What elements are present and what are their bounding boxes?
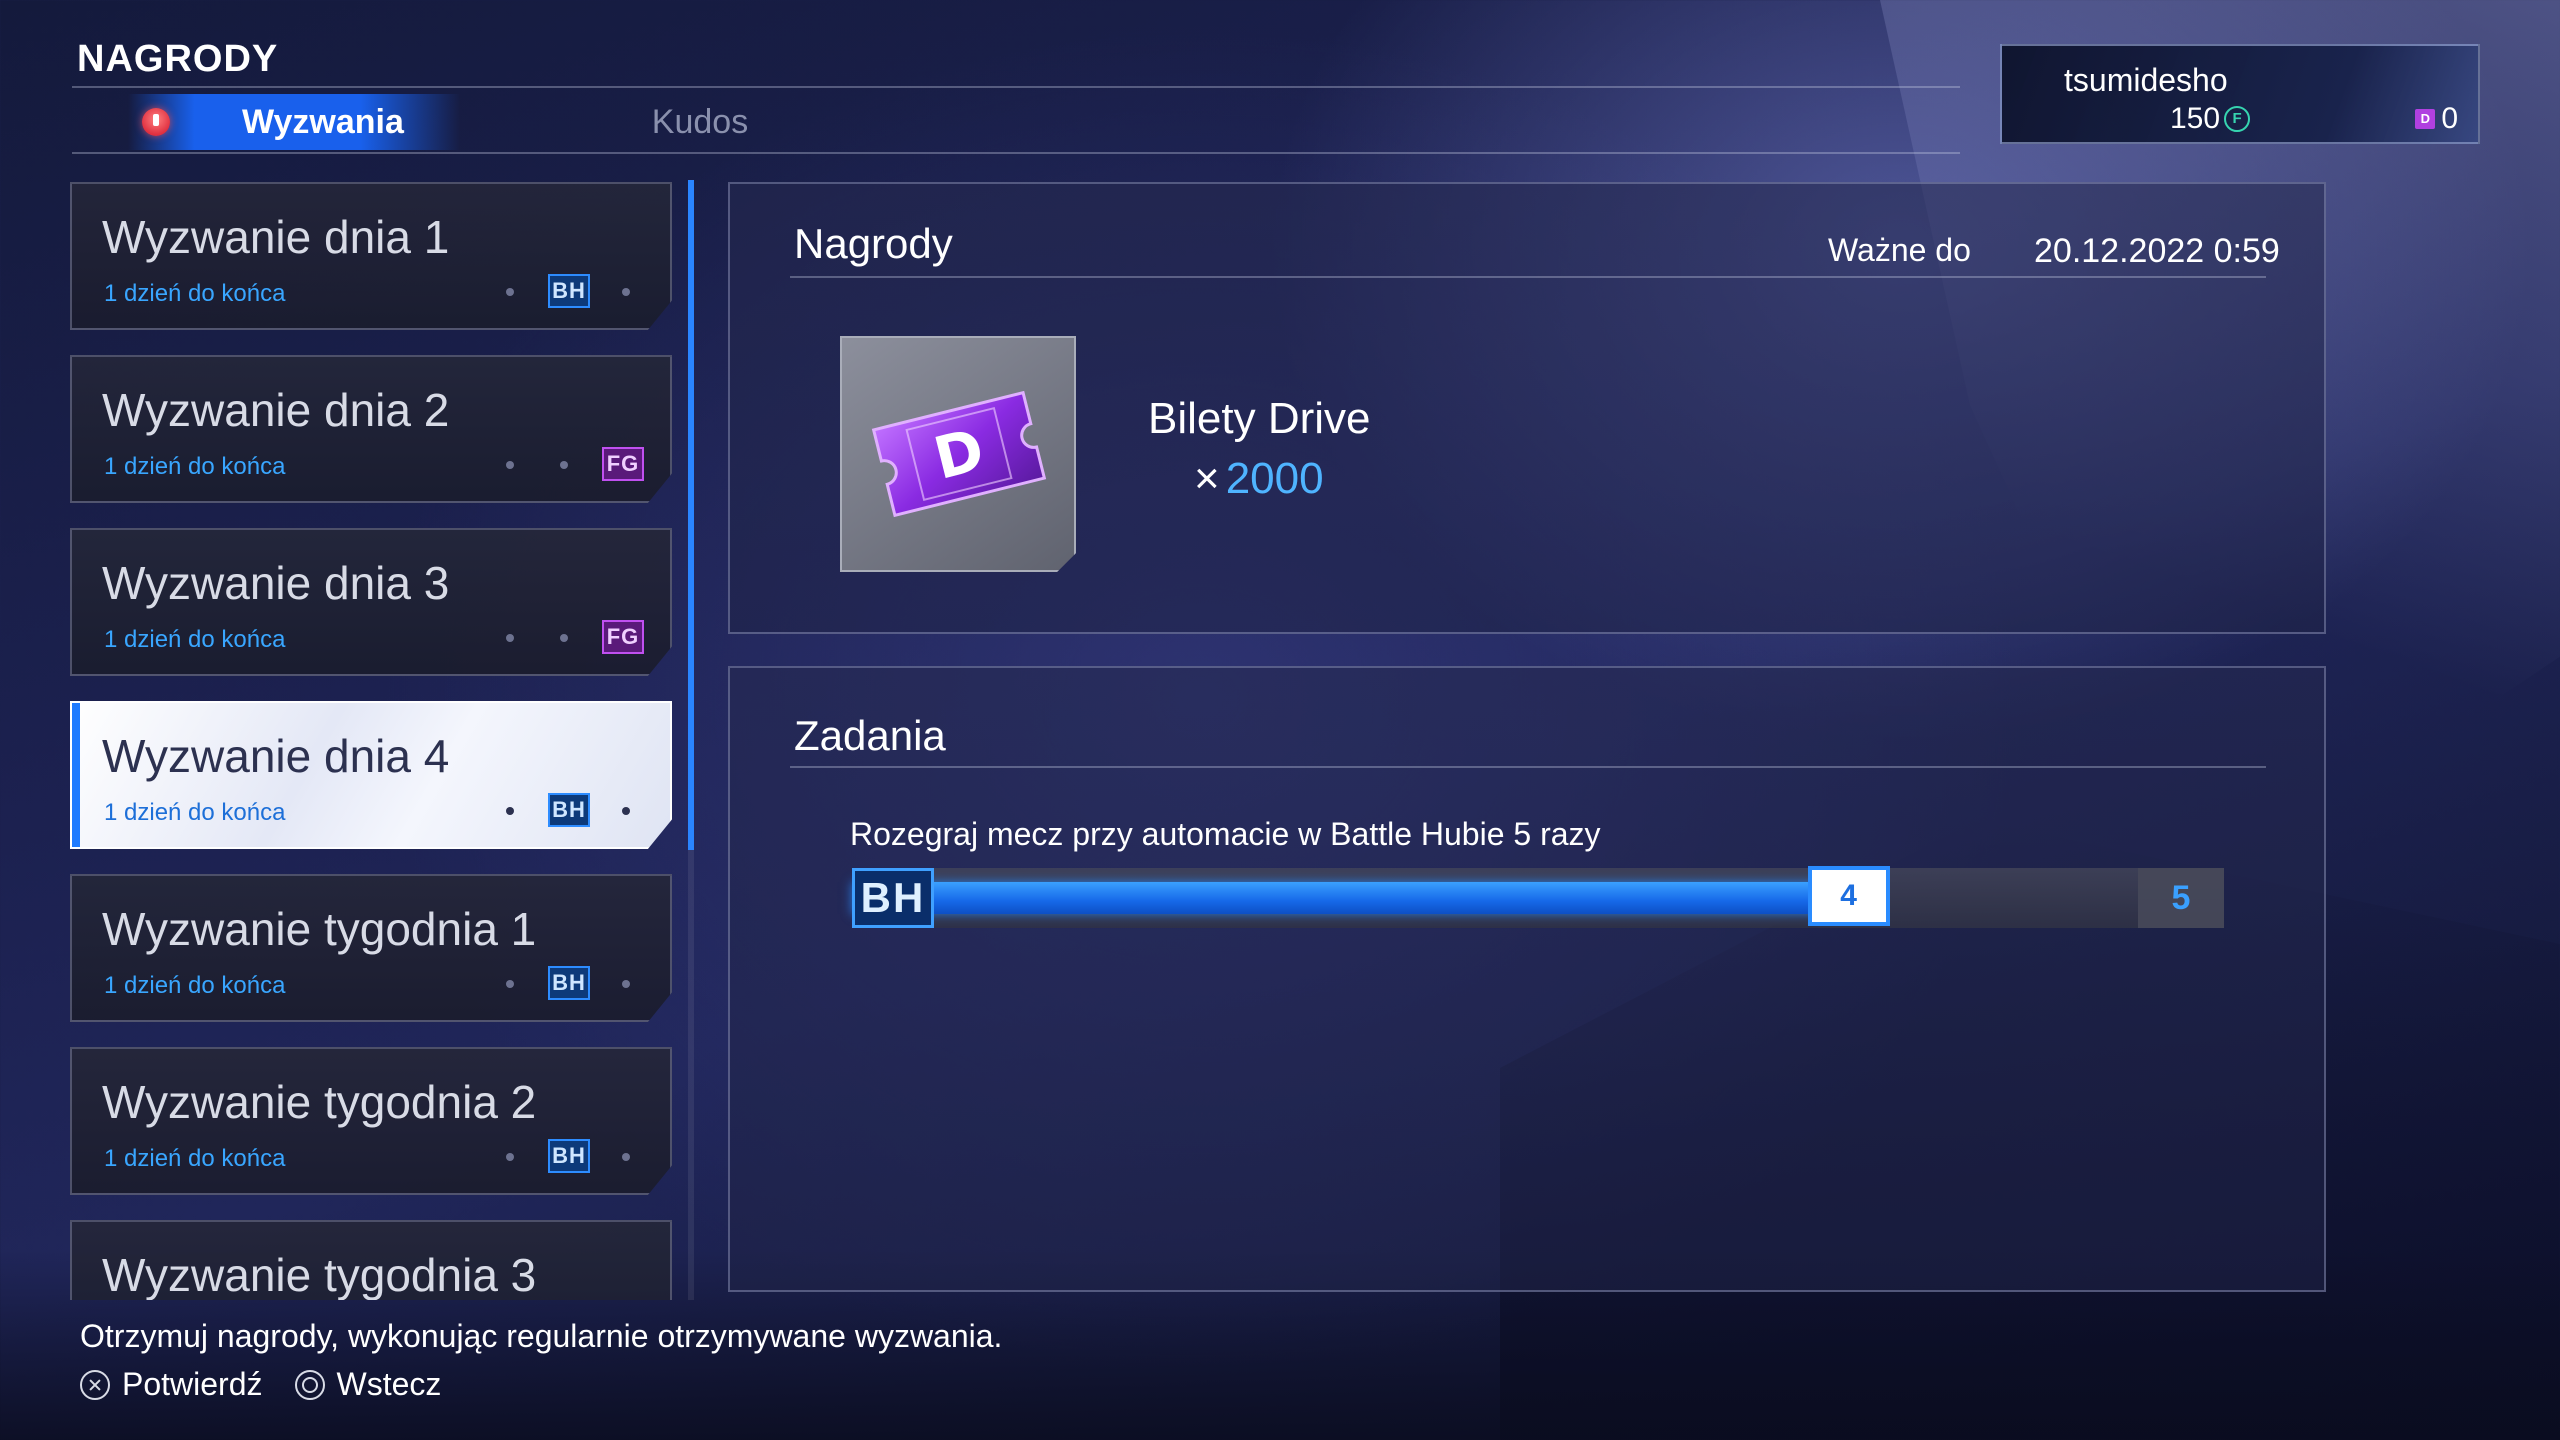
- challenge-title: Wyzwanie tygodnia 1: [102, 903, 537, 955]
- valid-until-value: 20.12.2022 0:59: [2034, 232, 2280, 270]
- challenge-title: Wyzwanie dnia 3: [102, 557, 450, 609]
- scrollbar-thumb[interactable]: [688, 180, 694, 850]
- page-dot: [560, 461, 568, 469]
- page-dot: [506, 461, 514, 469]
- account-panel: tsumidesho 150 F D 0: [2000, 44, 2480, 144]
- tasks-divider: [790, 766, 2266, 768]
- reward-name: Bilety Drive: [1148, 394, 1371, 443]
- challenge-time-left: 1 dzień do końca: [104, 453, 286, 480]
- rewards-title: Nagrody: [794, 220, 953, 267]
- back-prompt[interactable]: Wstecz: [294, 1366, 442, 1403]
- task-progress-bar: BH 4 5: [852, 866, 2224, 928]
- page-dot: [622, 980, 630, 988]
- notification-icon: [142, 108, 170, 136]
- progress-current: 4: [1807, 866, 1890, 926]
- progress-goal: 5: [2138, 868, 2224, 928]
- page-dot: [506, 1153, 514, 1161]
- page-dot: [622, 807, 630, 815]
- tasks-title: Zadania: [794, 712, 946, 759]
- confirm-prompt[interactable]: Potwierdź: [80, 1366, 263, 1403]
- confirm-label: Potwierdź: [122, 1366, 263, 1402]
- challenge-time-left: 1 dzień do końca: [104, 280, 286, 307]
- tickets-value: 0: [2441, 102, 2458, 135]
- ticket-icon: D: [871, 390, 1047, 518]
- challenge-card[interactable]: Wyzwanie tygodnia 1 1 dzień do końca BH: [70, 874, 672, 1022]
- challenge-title: Wyzwanie dnia 2: [102, 384, 450, 436]
- tab-label: Wyzwania: [242, 102, 404, 141]
- page-title: NAGRODY: [77, 38, 279, 80]
- drive-tickets: D 0: [2415, 102, 2458, 136]
- reward-quantity: × 2000: [1194, 454, 1324, 504]
- battle-hub-badge: BH: [548, 1139, 590, 1173]
- tasks-panel: Zadania Rozegraj mecz przy automacie w B…: [728, 666, 2326, 1292]
- fighter-coin-icon: F: [2224, 106, 2251, 132]
- page-dot: [506, 807, 514, 815]
- challenge-card[interactable]: Wyzwanie tygodnia 2 1 dzień do końca BH: [70, 1047, 672, 1195]
- battle-hub-badge: BH: [852, 868, 934, 928]
- cross-button-icon: [80, 1369, 110, 1400]
- battle-hub-badge: BH: [548, 966, 590, 1000]
- challenge-time-left: 1 dzień do końca: [104, 799, 286, 826]
- tab-label: Kudos: [651, 102, 749, 141]
- challenge-time-left: 1 dzień do końca: [104, 972, 286, 999]
- challenge-title: Wyzwanie tygodnia 3: [102, 1249, 537, 1300]
- challenge-title: Wyzwanie tygodnia 2: [102, 1076, 537, 1128]
- quantity-value: 2000: [1225, 454, 1324, 503]
- challenge-card[interactable]: Wyzwanie dnia 1 1 dzień do końca BH: [70, 182, 672, 330]
- page-dot: [506, 980, 514, 988]
- button-prompts: Potwierdź Wstecz: [80, 1366, 473, 1403]
- tab-wyzwania[interactable]: Wyzwania: [128, 94, 460, 150]
- page-dot: [506, 634, 514, 642]
- challenge-card[interactable]: Wyzwanie tygodnia 3: [70, 1220, 672, 1300]
- challenge-card[interactable]: Wyzwanie dnia 2 1 dzień do końca FG: [70, 355, 672, 503]
- challenge-title: Wyzwanie dnia 4: [102, 730, 450, 782]
- back-label: Wstecz: [336, 1366, 442, 1402]
- fighting-ground-badge: FG: [602, 620, 644, 654]
- page-dot: [506, 288, 514, 296]
- fighter-coins: 150 F: [2170, 102, 2251, 136]
- circle-button-icon: [294, 1369, 325, 1400]
- battle-hub-badge: BH: [548, 793, 590, 827]
- valid-until-label: Ważne do: [1828, 232, 1971, 268]
- header-divider: [72, 86, 1960, 88]
- drive-ticket-reward-icon: D: [840, 336, 1076, 572]
- challenge-title: Wyzwanie dnia 1: [102, 211, 450, 263]
- challenge-time-left: 1 dzień do końca: [104, 1145, 286, 1172]
- list-scrollbar[interactable]: [688, 180, 694, 1300]
- page-dot: [622, 1153, 630, 1161]
- task-description: Rozegraj mecz przy automacie w Battle Hu…: [850, 816, 1601, 852]
- page-dot: [560, 634, 568, 642]
- fighting-ground-badge: FG: [602, 447, 644, 481]
- coins-value: 150: [2170, 102, 2221, 135]
- username: tsumidesho: [2064, 62, 2228, 98]
- challenge-list[interactable]: Wyzwanie dnia 11 dzień do końca BH Wyzwani…: [70, 180, 676, 1300]
- rewards-panel: Nagrody Ważne do 20.12.2022 0:59 D Bilet…: [728, 182, 2326, 634]
- footer-hint: Otrzymuj nagrody, wykonując regularnie o…: [80, 1318, 1003, 1354]
- challenge-card[interactable]: Wyzwanie dnia 3 1 dzień do końca FG: [70, 528, 672, 676]
- quantity-multiplier: ×: [1194, 454, 1220, 503]
- rewards-divider: [790, 276, 2266, 278]
- page-dot: [622, 288, 630, 296]
- header-divider: [72, 152, 1960, 154]
- drive-ticket-icon: D: [2415, 109, 2436, 129]
- progress-fill: [852, 882, 1818, 914]
- battle-hub-badge: BH: [548, 274, 590, 308]
- challenge-card[interactable]: Wyzwanie dnia 4 1 dzień do końca BH: [70, 701, 672, 849]
- challenge-time-left: 1 dzień do końca: [104, 626, 286, 653]
- tab-kudos[interactable]: Kudos: [600, 94, 800, 150]
